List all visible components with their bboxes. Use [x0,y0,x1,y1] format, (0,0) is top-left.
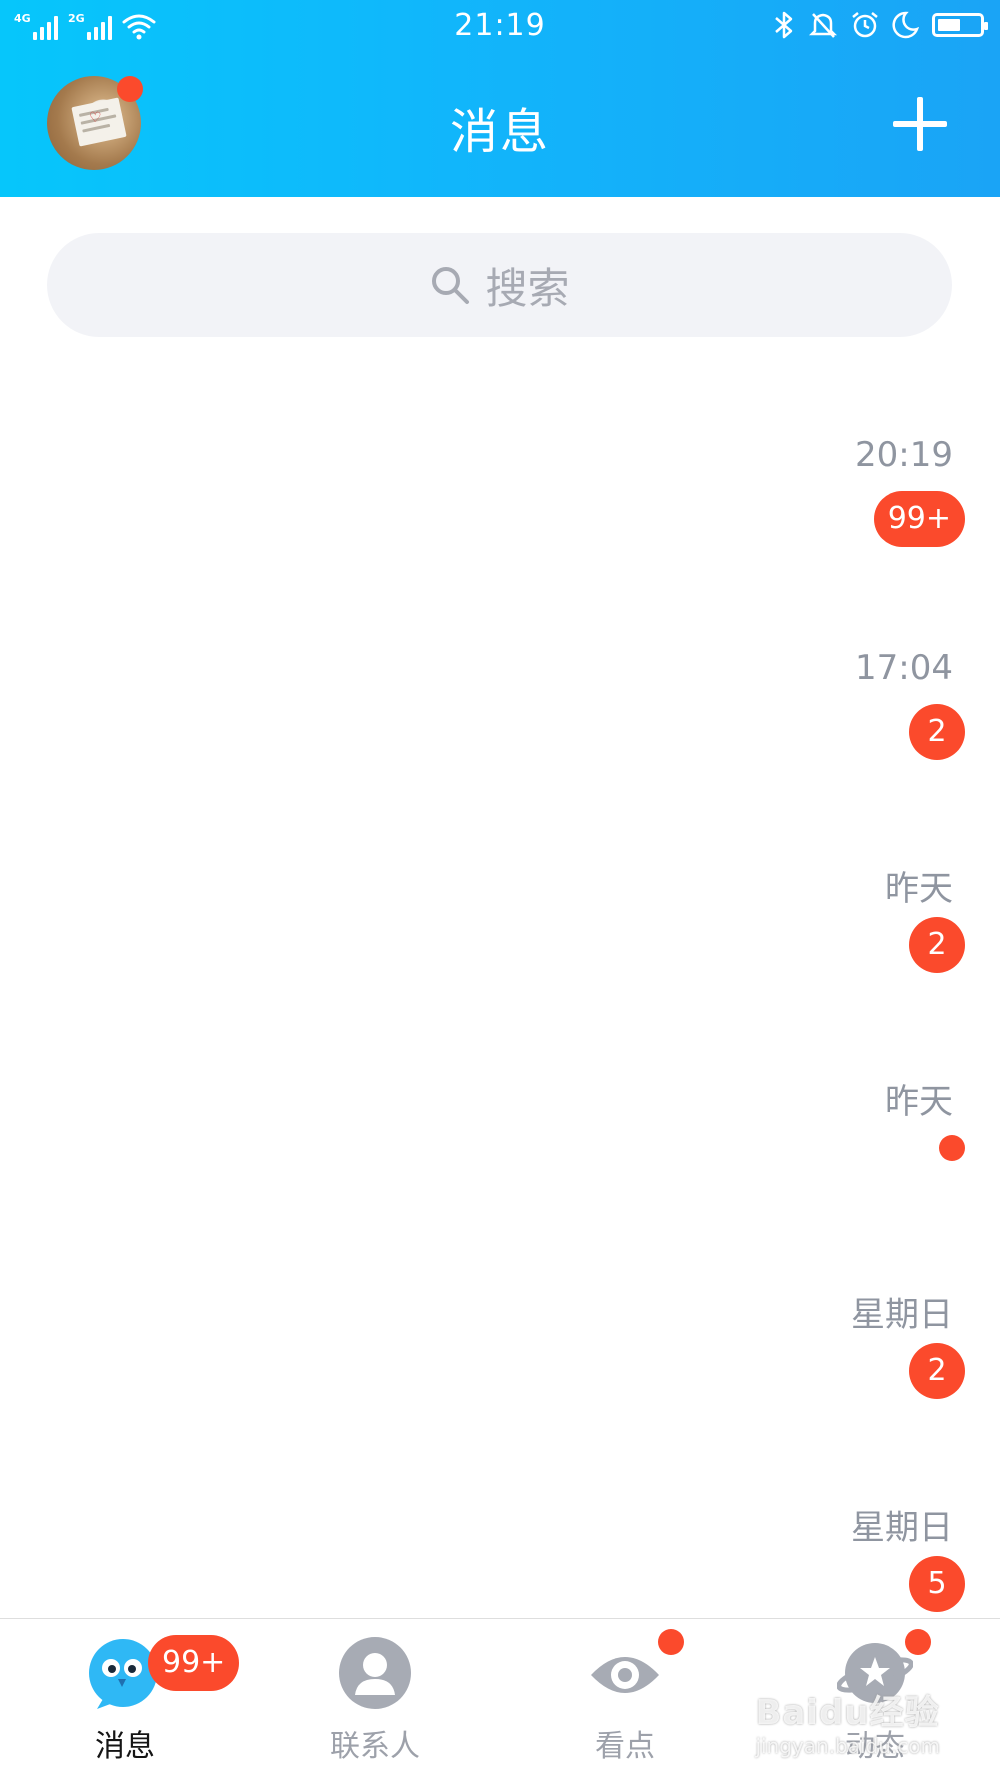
unread-badge: 5 [909,1556,965,1612]
conversation-time: 昨天 [885,1082,953,1122]
plus-icon[interactable] [893,97,947,151]
eye-icon [591,1657,659,1693]
header: 4G 2G 21:19 ♡ 消息 [0,0,1000,197]
conversation-row[interactable]: 20:19 99+ [0,340,1000,553]
do-not-disturb-icon [892,11,920,39]
conversation-list: 20:19 99+ 17:04 2 昨天 2 昨天 星期日 2 星期日 5 [0,340,1000,1618]
tab-red-dot [658,1629,684,1655]
contacts-icon [339,1637,411,1709]
watermark-sub: jingyan.baidu.com [755,1734,940,1758]
conversation-row[interactable]: 昨天 2 [0,766,1000,979]
search-placeholder: 搜索 [485,263,570,313]
unread-badge: 2 [909,917,965,973]
tab-label: 看点 [595,1729,655,1764]
messages-tab-badge: 99+ [148,1635,240,1691]
unread-badge: 99+ [873,491,965,547]
mute-icon [808,13,838,38]
watermark: Baidu经验 jingyan.baidu.com [755,1685,940,1758]
page-title: 消息 [449,104,550,160]
unread-badge: 2 [909,1343,965,1399]
conversation-row[interactable]: 昨天 [0,979,1000,1192]
bluetooth-icon [775,11,793,39]
conversation-time: 17:04 [855,648,953,688]
conversation-time: 昨天 [885,869,953,909]
conversation-row[interactable]: 17:04 2 [0,553,1000,766]
conversation-time: 20:19 [855,435,953,475]
watermark-text: Baidu经验 [755,1693,940,1733]
tab-contacts[interactable]: 联系人 [250,1619,500,1778]
conversation-row[interactable]: 星期日 5 [0,1405,1000,1618]
battery-icon [932,13,988,37]
search-bar[interactable]: 搜索 [47,233,952,337]
qq-messages-screen: 4G 2G 21:19 ♡ 消息 搜索 20:19 99+ 17:04 2 昨天… [0,0,1000,1778]
conversation-time: 星期日 [851,1508,953,1548]
conversation-time: 星期日 [851,1295,953,1335]
status-bar: 4G 2G 21:19 [0,0,1000,52]
tab-label: 消息 [95,1729,155,1764]
status-right-icons [772,10,988,40]
alarm-icon [852,12,878,38]
tab-discover[interactable]: 看点 [500,1619,750,1778]
search-icon [432,267,470,304]
unread-dot [939,1135,965,1161]
battery-fill [938,19,960,31]
tab-label: 联系人 [330,1729,420,1764]
conversation-row[interactable]: 星期日 2 [0,1192,1000,1405]
tab-red-dot [905,1629,931,1655]
tab-messages[interactable]: 99+ 消息 [0,1619,250,1778]
unread-badge: 2 [909,704,965,760]
